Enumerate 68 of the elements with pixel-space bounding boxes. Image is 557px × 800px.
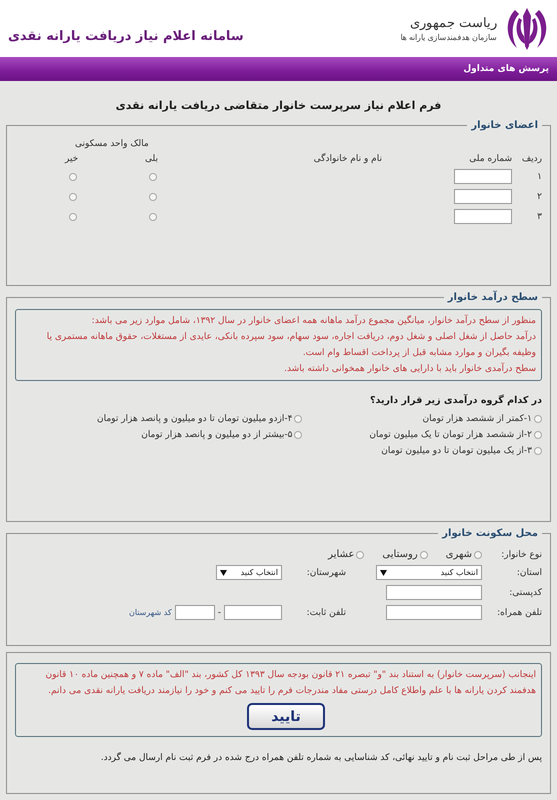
radio-button[interactable]	[474, 550, 482, 558]
select-value: انتخاب کنید	[440, 568, 478, 577]
org-subtitle: سازمان هدفمندسازی یارانه ها	[400, 33, 497, 42]
national-id-field[interactable]	[454, 169, 512, 184]
field-label: نوع خانوار:	[500, 550, 542, 560]
radio-button[interactable]	[149, 192, 157, 200]
radio-button[interactable]	[69, 172, 77, 180]
footnote-text: پس از طی مراحل ثبت نام و تایید نهائی، کد شناسایی به شماره تلفن همراه درج شده در فرم ثبت نام ارسال می گردد.	[100, 753, 542, 763]
income-option[interactable]: ۱-کمتر از ششصد هزار تومان	[302, 414, 542, 424]
household-type-option[interactable]: روستایی	[382, 549, 428, 560]
radio-button[interactable]	[534, 447, 542, 455]
household-type-option[interactable]: شهری	[446, 549, 482, 560]
mobile-field[interactable]	[386, 605, 482, 620]
national-id-field[interactable]	[454, 209, 512, 224]
column-header: شماره ملی	[468, 154, 512, 164]
row-number: ۱	[536, 172, 542, 182]
radio-button[interactable]	[149, 212, 157, 220]
income-option[interactable]: ۲-از ششصد هزار تومان تا یک میلیون تومان	[302, 430, 542, 440]
area-code-label: کد شهرستان	[128, 608, 172, 617]
emblem-icon	[505, 6, 549, 52]
national-id-field[interactable]	[454, 189, 512, 204]
radio-button[interactable]	[420, 550, 428, 558]
column-header: نام و نام خانوادگی	[312, 154, 383, 164]
income-option[interactable]: ۵-بیشتر از دو میلیون و پانصد هزار تومان	[15, 430, 302, 440]
caret-icon	[220, 570, 227, 576]
radio-button[interactable]	[294, 431, 302, 439]
column-header: مالک واحد مسکونی	[74, 139, 150, 149]
field-label: شهرستان:	[306, 568, 347, 578]
radio-button[interactable]	[149, 172, 157, 180]
radio-button[interactable]	[69, 192, 77, 200]
column-header: ردیف	[520, 154, 542, 164]
select-value: انتخاب کنید	[240, 568, 278, 577]
household-type-option[interactable]: عشایر	[328, 549, 364, 560]
form-title: فرم اعلام نیاز سرپرست خانوار متقاضی دریافت یارانه نقدی	[116, 99, 442, 112]
dash-text: -	[218, 608, 221, 618]
notice-text: سطح درآمدی خانوار باید با دارایی های خانوار همخوانی داشته باشد.	[283, 362, 536, 376]
section-title: محل سکونت خانوار	[440, 528, 539, 539]
phone-field[interactable]	[224, 605, 282, 620]
field-label: تلفن همراه:	[496, 608, 542, 618]
row-number: ۳	[536, 212, 542, 222]
notice-text: منظور از سطح درآمد خانوار، میانگین مجموع درآمد ماهانه همه اعضای خانوار در سال ۱۳۹۲، شامل موارد زیر می باشد:	[90, 314, 536, 328]
province-select[interactable]: انتخاب کنید	[376, 565, 482, 580]
city-select[interactable]: انتخاب کنید	[216, 565, 282, 580]
org-title: ریاست جمهوری	[408, 15, 497, 32]
column-header: خیر	[64, 154, 80, 164]
nav-link[interactable]: پرسش های متداول	[463, 64, 549, 74]
section-title: اعضای خانوار	[470, 120, 539, 131]
income-option[interactable]: ۴-ازدو میلیون تومان تا دو میلیون و پانصد هزار تومان	[15, 414, 302, 424]
question-text: در کدام گروه درآمدی زیر قرار دارید؟	[368, 395, 542, 406]
postal-code-field[interactable]	[386, 585, 482, 600]
radio-button[interactable]	[294, 415, 302, 423]
caret-icon	[380, 570, 387, 576]
row-number: ۲	[536, 192, 542, 202]
area-code-field[interactable]	[174, 605, 215, 620]
notice-text: درآمد حاصل از شغل اصلی و شغل دوم، دریافت اجاره، سود سهام، سود سپرده بانکی، عایدی از مستغلات، حقوق ماهانه مستمری یا وظیفه بگیران و موارد مشابه قبل از پرداخت اقساط وام است.	[46, 330, 536, 360]
site-title: سامانه اعلام نیاز دریافت یارانه نقدی	[8, 29, 244, 44]
field-label: کدپستی:	[508, 588, 542, 598]
confirm-button[interactable]: تایید	[247, 703, 325, 730]
radio-button[interactable]	[69, 212, 77, 220]
field-label: تلفن ثابت:	[306, 608, 347, 618]
radio-button[interactable]	[534, 431, 542, 439]
field-label: استان:	[516, 568, 542, 578]
radio-button[interactable]	[534, 415, 542, 423]
income-option[interactable]: ۳-از یک میلیون تومان تا دو میلیون تومان	[302, 446, 542, 456]
section-title: سطح درآمد خانوار	[446, 292, 539, 303]
radio-button[interactable]	[356, 550, 364, 558]
column-header: بلی	[144, 154, 159, 164]
statement-text: اینجانب (سرپرست خانوار) به استناد بند "و" تبصره ۲۱ قانون بودجه سال ۱۳۹۳ کل کشور، بند "الف" ماده ۷ و همچنین ماده ۱۰ قانون هدفمند کردن یارانه ها با علم واطلاع کامل درستی مفاد مندرجات فرم را تایید می کنم و خود را نیازمند دریافت یارانه نقدی می دانم.	[44, 669, 536, 698]
